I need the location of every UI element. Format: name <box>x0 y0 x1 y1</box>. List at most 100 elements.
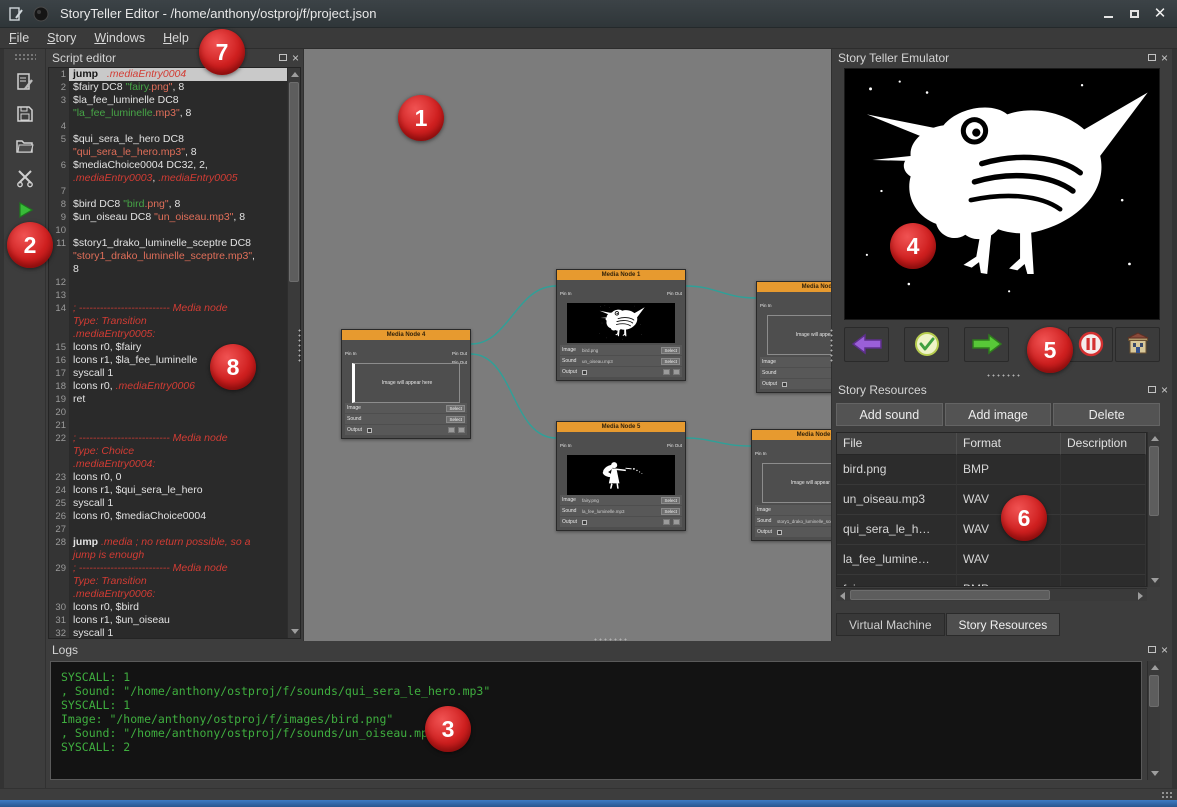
add-sound-button[interactable]: Add sound <box>836 403 943 426</box>
menu-windows[interactable]: Windows <box>85 29 154 47</box>
script-line[interactable]: 32syscall 1 <box>49 627 287 638</box>
titlebar[interactable]: StoryTeller Editor - /home/anthony/ostpr… <box>0 0 1177 28</box>
resources-vscrollbar[interactable] <box>1147 432 1160 587</box>
node-output-checkbox[interactable] <box>582 370 587 375</box>
script-line[interactable]: 8$bird DC8 "bird.png", 8 <box>49 198 287 211</box>
node-image-select-button[interactable]: Select <box>661 497 680 504</box>
splitter-handle[interactable] <box>297 328 302 362</box>
pin-out[interactable]: Pin Out <box>667 443 682 448</box>
pause-button[interactable] <box>1068 327 1113 362</box>
node-output-checkbox[interactable] <box>582 520 587 525</box>
save-button[interactable] <box>10 100 40 128</box>
resource-row[interactable]: qui_sera_le_h…WAV <box>837 515 1146 545</box>
script-line[interactable]: 24lcons r1, $qui_sera_le_hero <box>49 484 287 497</box>
validate-button[interactable] <box>904 327 949 362</box>
pin-in[interactable]: Pin In <box>560 443 572 448</box>
script-line[interactable]: 20 <box>49 406 287 419</box>
close-dock-icon[interactable]: × <box>292 52 299 64</box>
home-button[interactable] <box>1115 327 1160 362</box>
resize-grip[interactable] <box>1161 791 1172 800</box>
script-line[interactable]: 4 <box>49 120 287 133</box>
column-header-file[interactable]: File <box>837 433 957 455</box>
next-button[interactable] <box>964 327 1009 362</box>
column-header-format[interactable]: Format <box>957 433 1061 455</box>
pin-in[interactable]: Pin In <box>345 351 357 356</box>
script-line[interactable]: 26lcons r0, $mediaChoice0004 <box>49 510 287 523</box>
new-script-button[interactable] <box>10 68 40 96</box>
script-line[interactable]: 11$story1_drako_luminelle_sceptre DC8 <box>49 237 287 250</box>
toolbar-grip[interactable] <box>14 53 36 60</box>
node-output-checkbox[interactable] <box>782 382 787 387</box>
menu-help[interactable]: Help <box>154 29 198 47</box>
resource-row[interactable]: la_fee_lumine…WAV <box>837 545 1146 575</box>
delete-button[interactable]: Delete <box>1053 403 1160 426</box>
resources-hscrollbar[interactable] <box>836 588 1147 601</box>
pin-in[interactable]: Pin In <box>755 451 767 456</box>
script-line[interactable]: 15lcons r0, $fairy <box>49 341 287 354</box>
open-button[interactable] <box>10 132 40 160</box>
script-line[interactable]: 19ret <box>49 393 287 406</box>
script-line[interactable]: 25syscall 1 <box>49 497 287 510</box>
script-line[interactable]: 22; -------------------------- Media nod… <box>49 432 287 445</box>
resource-row[interactable]: un_oiseau.mp3WAV <box>837 485 1146 515</box>
scrollbar-thumb[interactable] <box>289 82 299 282</box>
script-line[interactable]: .mediaEntry0004: <box>49 458 287 471</box>
script-line[interactable]: .mediaEntry0006: <box>49 588 287 601</box>
tab-story-resources[interactable]: Story Resources <box>946 613 1061 636</box>
splitter-handle[interactable] <box>986 373 1020 378</box>
node-canvas[interactable]: Media Node 4Pin InPin OutPin OutImage wi… <box>303 49 832 641</box>
resource-row[interactable]: bird.pngBMP <box>837 455 1146 485</box>
float-dock-icon[interactable] <box>279 54 287 61</box>
float-dock-icon[interactable] <box>1148 386 1156 393</box>
script-line[interactable]: 31lcons r1, $un_oiseau <box>49 614 287 627</box>
script-line[interactable]: 29; -------------------------- Media nod… <box>49 562 287 575</box>
pin-in[interactable]: Pin In <box>760 303 772 308</box>
maximize-button[interactable] <box>1121 4 1147 24</box>
node-sound-select-button[interactable]: Select <box>661 508 680 515</box>
node-output-checkbox[interactable] <box>777 530 782 535</box>
media-node[interactable]: Media Node 4Pin InPin OutPin OutImage wi… <box>341 329 471 439</box>
float-dock-icon[interactable] <box>1148 646 1156 653</box>
pin-out[interactable]: Pin Out <box>452 351 467 356</box>
script-line[interactable]: 21 <box>49 419 287 432</box>
close-button[interactable]: ✕ <box>1147 4 1173 24</box>
media-node[interactable]: Media Node 2Pin InPin OutImage will appe… <box>756 281 832 393</box>
media-node[interactable]: Media Node 1Pin InPin OutImagebird.pngSe… <box>556 269 686 381</box>
app-menu-icon[interactable] <box>7 5 25 23</box>
script-line[interactable]: 14; -------------------------- Media nod… <box>49 302 287 315</box>
script-line[interactable]: "story1_drako_luminelle_sceptre.mp3", <box>49 250 287 263</box>
resource-row[interactable]: fairy.pngBMP <box>837 575 1146 587</box>
close-dock-icon[interactable]: × <box>1161 644 1168 656</box>
minimize-button[interactable] <box>1095 4 1121 24</box>
script-line[interactable]: 17syscall 1 <box>49 367 287 380</box>
tab-virtual-machine[interactable]: Virtual Machine <box>836 613 945 636</box>
close-dock-icon[interactable]: × <box>1161 52 1168 64</box>
menu-story[interactable]: Story <box>38 29 85 47</box>
script-line[interactable]: "la_fee_luminelle.mp3", 8 <box>49 107 287 120</box>
resources-table[interactable]: FileFormatDescriptionbird.pngBMPun_oisea… <box>836 432 1147 587</box>
script-line[interactable]: 9$un_oiseau DC8 "un_oiseau.mp3", 8 <box>49 211 287 224</box>
pin-in[interactable]: Pin In <box>560 291 572 296</box>
script-line[interactable]: 12 <box>49 276 287 289</box>
menu-file[interactable]: File <box>0 29 38 47</box>
script-line[interactable]: 27 <box>49 523 287 536</box>
logs-scrollbar[interactable] <box>1147 661 1160 780</box>
script-line[interactable]: Type: Choice <box>49 445 287 458</box>
script-line[interactable]: 2$fairy DC8 "fairy.png", 8 <box>49 81 287 94</box>
script-line[interactable]: 23lcons r0, 0 <box>49 471 287 484</box>
prev-button[interactable] <box>844 327 889 362</box>
script-line[interactable]: 30lcons r0, $bird <box>49 601 287 614</box>
logs-output[interactable]: SYSCALL: 1, Sound: "/home/anthony/ostpro… <box>50 661 1142 780</box>
script-line[interactable]: 8 <box>49 263 287 276</box>
script-line[interactable]: 13 <box>49 289 287 302</box>
script-editor[interactable]: 1jump .mediaEntry00042$fairy DC8 "fairy.… <box>48 67 301 639</box>
script-line[interactable]: 5$qui_sera_le_hero DC8 <box>49 133 287 146</box>
script-line[interactable]: .mediaEntry0005: <box>49 328 287 341</box>
splitter-handle[interactable] <box>593 637 627 642</box>
close-dock-icon[interactable]: × <box>1161 384 1168 396</box>
script-line[interactable]: jump is enough <box>49 549 287 562</box>
script-line[interactable]: 28jump .media ; no return possible, so a <box>49 536 287 549</box>
node-image-select-button[interactable]: Select <box>446 405 465 412</box>
script-line[interactable]: 1jump .mediaEntry0004 <box>49 68 287 81</box>
script-line[interactable]: Type: Transition <box>49 315 287 328</box>
